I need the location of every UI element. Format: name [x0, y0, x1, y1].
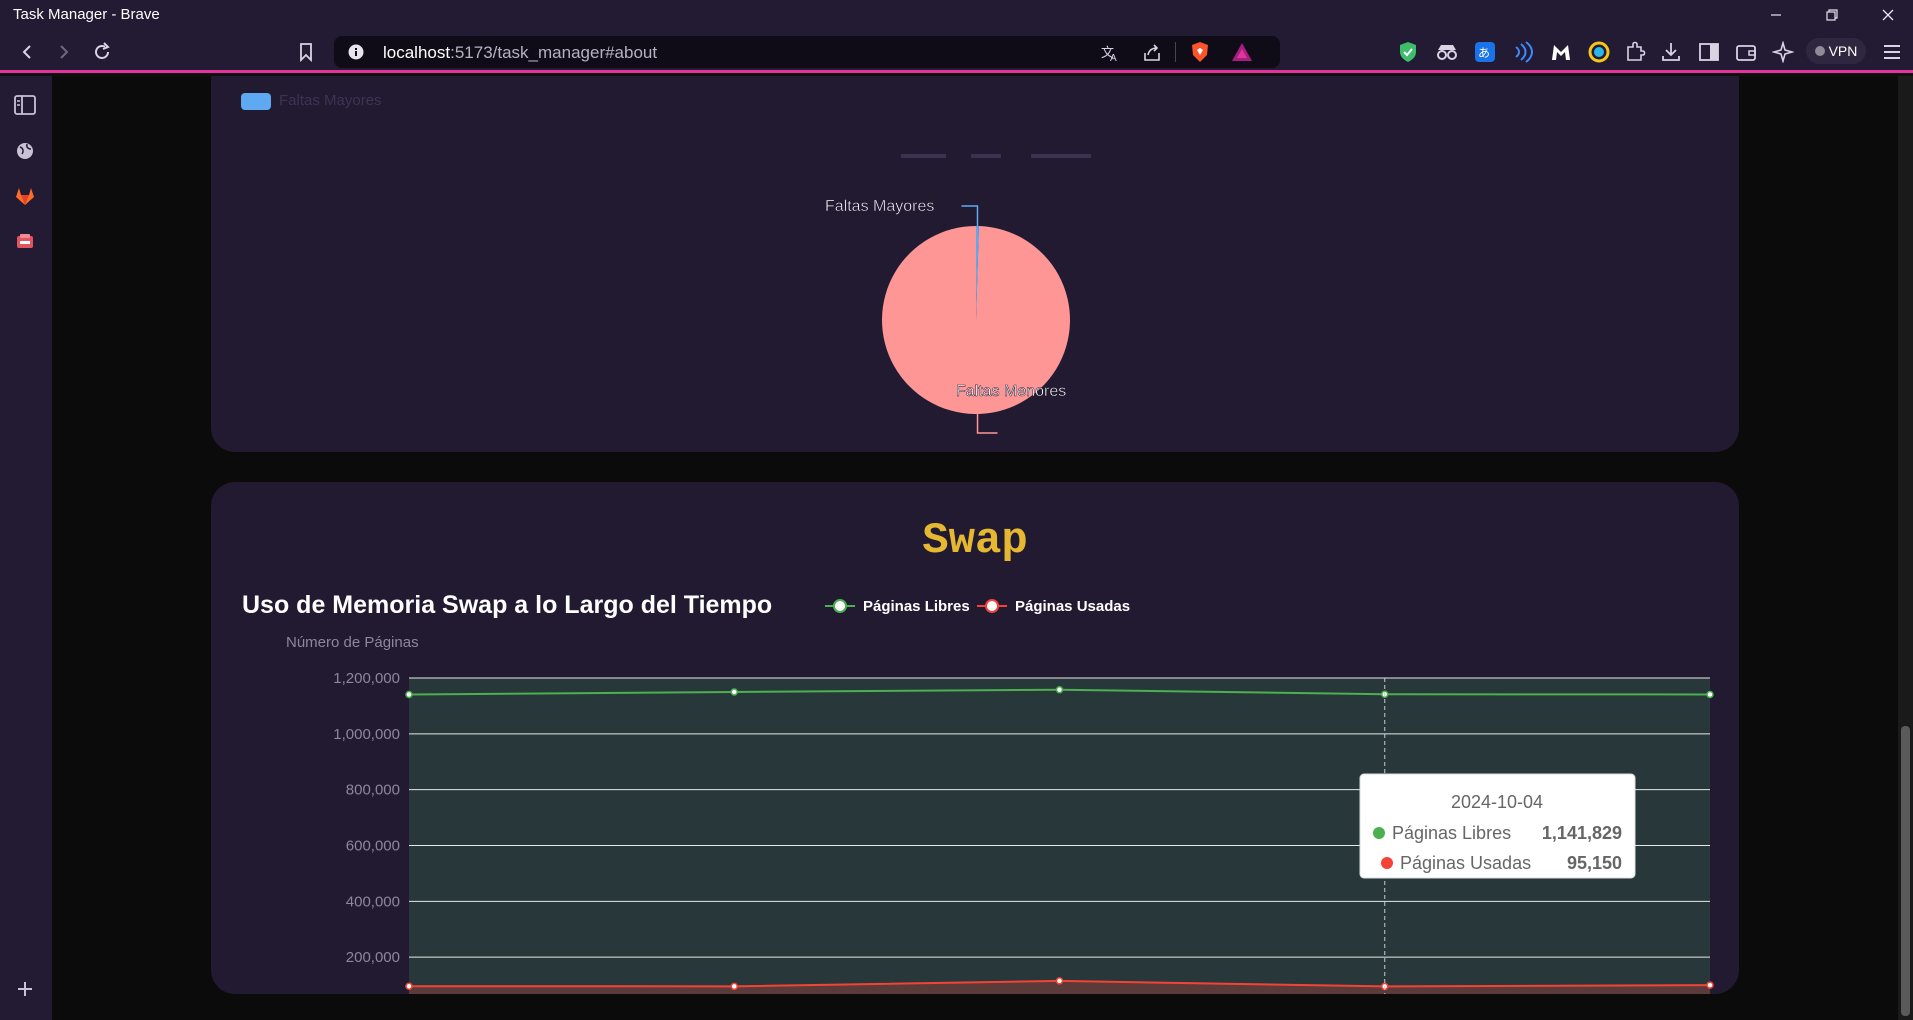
spy-extension-icon[interactable] — [1436, 41, 1458, 63]
browser-sidebar — [0, 76, 52, 1020]
swap-card: Swap Uso de Memoria Swap a lo Largo del … — [211, 482, 1739, 994]
y-axis-ticks: 0200,000400,000600,000800,0001,000,0001,… — [333, 670, 400, 966]
pie-label-faltas-menores: Faltas Menores — [956, 383, 1066, 400]
tooltip-value-usadas: 95,150 — [1567, 853, 1622, 873]
browser-toolbar: localhost:5173/task_manager#about 文A あ V… — [0, 29, 1913, 73]
malwarebytes-icon[interactable] — [1550, 41, 1572, 63]
restore-icon — [1826, 8, 1838, 21]
swap-line-chart: 0200,000400,000600,000800,0001,000,0001,… — [333, 670, 1714, 994]
bookmark-button[interactable] — [295, 41, 317, 63]
y-tick-label: 1,000,000 — [333, 726, 400, 743]
translator-extension-icon[interactable]: あ — [1474, 41, 1496, 63]
point-paginas-libres[interactable] — [730, 688, 738, 696]
page-content: Faltas Mayores Faltas Mayores Faltas Men… — [52, 76, 1898, 1020]
url-path: :5173/task_manager#about — [450, 43, 658, 62]
svg-text:A: A — [1110, 53, 1117, 63]
point-paginas-usadas[interactable] — [405, 982, 413, 990]
reload-icon — [95, 42, 110, 59]
tooltip-label-usadas: Páginas Usadas — [1400, 853, 1531, 873]
point-paginas-usadas[interactable] — [730, 982, 738, 991]
vpn-button[interactable]: VPN — [1806, 38, 1866, 64]
plus-icon — [18, 982, 32, 996]
tooltip-dot-libres — [1373, 827, 1385, 839]
y-tick-label: 1,200,000 — [333, 670, 400, 687]
tooltip-dot-usadas — [1381, 857, 1393, 869]
sidebar-app-button[interactable] — [13, 229, 37, 253]
window-titlebar: Task Manager - Brave — [0, 0, 1913, 29]
point-paginas-libres[interactable] — [405, 690, 413, 699]
extensions-icon[interactable] — [1624, 41, 1646, 63]
address-bar[interactable]: localhost:5173/task_manager#about 文A — [334, 36, 1280, 68]
leader-line-faltas-menores — [976, 413, 998, 434]
leo-ai-icon[interactable] — [1772, 41, 1794, 63]
page-faults-pie-chart: Faltas Mayores Faltas Menores — [825, 154, 1091, 434]
chart-tooltip: 2024-10-04 Páginas Libres 1,141,829 Pági… — [1359, 773, 1636, 879]
site-info-icon[interactable] — [348, 44, 364, 60]
url-host: localhost — [383, 43, 451, 62]
restore-button[interactable] — [1809, 0, 1855, 29]
forward-button[interactable] — [53, 41, 75, 63]
menu-icon[interactable] — [1882, 42, 1902, 62]
back-icon — [22, 45, 31, 59]
shield-extension-icon[interactable] — [1398, 41, 1418, 63]
url-text[interactable]: localhost:5173/task_manager#about — [383, 43, 657, 63]
tooltip-date: 2024-10-04 — [1451, 792, 1543, 812]
brave-shields-icon[interactable] — [1189, 41, 1211, 63]
sidebar-web-button[interactable] — [13, 139, 37, 163]
sidebar-panel-button[interactable] — [13, 93, 37, 117]
point-paginas-usadas[interactable] — [1706, 981, 1714, 989]
close-button[interactable] — [1865, 0, 1911, 29]
downloads-icon[interactable] — [1660, 41, 1682, 63]
window-title: Task Manager - Brave — [13, 6, 160, 23]
point-paginas-libres[interactable] — [1055, 685, 1064, 694]
wallet-icon[interactable] — [1735, 41, 1757, 63]
point-paginas-libres[interactable] — [1706, 690, 1714, 699]
minimize-icon — [1771, 13, 1781, 16]
y-tick-label: 200,000 — [346, 949, 400, 966]
vpn-label: VPN — [1828, 43, 1858, 59]
sidebar-toggle-icon[interactable] — [1698, 41, 1720, 63]
app-icon — [17, 234, 33, 248]
share-icon[interactable] — [1142, 43, 1162, 63]
leader-line-faltas-mayores — [961, 205, 979, 227]
tooltip-label-libres: Páginas Libres — [1392, 823, 1511, 843]
close-icon — [1882, 9, 1894, 20]
back-button[interactable] — [16, 41, 38, 63]
reload-button[interactable] — [91, 41, 113, 63]
gitlab-icon — [16, 188, 34, 205]
scrollbar-thumb[interactable] — [1901, 726, 1910, 1016]
tooltip-value-libres: 1,141,829 — [1542, 823, 1622, 843]
page-faults-card: Faltas Mayores Faltas Mayores Faltas Men… — [211, 76, 1739, 452]
minimize-button[interactable] — [1753, 0, 1799, 29]
page-scrollbar[interactable] — [1898, 76, 1913, 1020]
point-paginas-usadas[interactable] — [1055, 977, 1064, 985]
svg-text:あ: あ — [1478, 46, 1490, 60]
wave-extension-icon[interactable] — [1512, 41, 1534, 63]
y-tick-label: 600,000 — [346, 838, 400, 855]
brave-rewards-icon[interactable] — [1231, 42, 1253, 62]
sidebar-gitlab-button[interactable] — [13, 184, 37, 208]
vpn-status-icon — [1814, 46, 1825, 56]
y-tick-label: 800,000 — [346, 782, 400, 799]
pie-label-faltas-mayores: Faltas Mayores — [825, 198, 934, 215]
sidebar-add-button[interactable] — [13, 977, 37, 1001]
globe-icon — [17, 143, 33, 159]
address-divider — [1175, 42, 1176, 62]
sidebar-panel-icon — [14, 95, 36, 115]
forward-icon — [60, 45, 69, 59]
color-picker-icon[interactable] — [1588, 41, 1610, 63]
y-tick-label: 400,000 — [346, 893, 400, 910]
translate-icon[interactable]: 文A — [1100, 43, 1120, 63]
bookmark-icon — [300, 43, 312, 62]
